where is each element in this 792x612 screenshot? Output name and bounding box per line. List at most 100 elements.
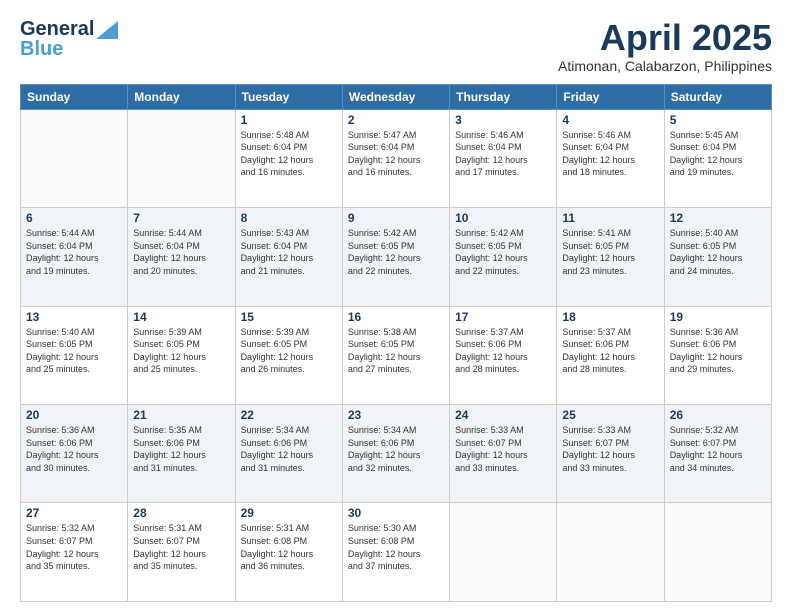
week-row-3: 13Sunrise: 5:40 AM Sunset: 6:05 PM Dayli… [21,306,772,404]
logo-blue: Blue [20,41,63,57]
day-number: 29 [241,506,337,520]
table-cell: 14Sunrise: 5:39 AM Sunset: 6:05 PM Dayli… [128,306,235,404]
day-number: 8 [241,211,337,225]
header: General Blue April 2025 Atimonan, Calaba… [20,18,772,74]
day-number: 18 [562,310,658,324]
day-info: Sunrise: 5:30 AM Sunset: 6:08 PM Dayligh… [348,522,444,572]
col-friday: Friday [557,84,664,109]
day-info: Sunrise: 5:44 AM Sunset: 6:04 PM Dayligh… [133,227,229,277]
day-info: Sunrise: 5:45 AM Sunset: 6:04 PM Dayligh… [670,129,766,179]
day-info: Sunrise: 5:48 AM Sunset: 6:04 PM Dayligh… [241,129,337,179]
table-cell: 22 Sunrise: 5:34 AM Sunset: 6:06 PM Dayli… [235,405,342,503]
logo-bird-icon [96,21,118,39]
day-number: 15 [241,310,337,324]
table-cell: 27Sunrise: 5:32 AM Sunset: 6:07 PM Dayli… [21,503,128,602]
table-cell: 1 Sunrise: 5:48 AM Sunset: 6:04 PM Daylig… [235,109,342,207]
day-number: 6 [26,211,122,225]
day-number: 7 [133,211,229,225]
day-number: 4 [562,113,658,127]
col-monday: Monday [128,84,235,109]
day-info: Sunrise: 5:34 AM Sunset: 6:06 PM Dayligh… [348,424,444,474]
table-cell: 17 Sunrise: 5:37 AM Sunset: 6:06 PM Dayli… [450,306,557,404]
day-info: Sunrise: 5:37 AM Sunset: 6:06 PM Dayligh… [455,326,551,376]
day-info: Sunrise: 5:41 AM Sunset: 6:05 PM Dayligh… [562,227,658,277]
day-number: 16 [348,310,444,324]
day-info: Sunrise: 5:36 AM Sunset: 6:06 PM Dayligh… [670,326,766,376]
table-cell: 10Sunrise: 5:42 AM Sunset: 6:05 PM Dayli… [450,208,557,306]
col-wednesday: Wednesday [342,84,449,109]
day-info: Sunrise: 5:33 AM Sunset: 6:07 PM Dayligh… [562,424,658,474]
day-number: 20 [26,408,122,422]
week-row-2: 6 Sunrise: 5:44 AM Sunset: 6:04 PM Daylig… [21,208,772,306]
day-number: 11 [562,211,658,225]
table-cell: 12Sunrise: 5:40 AM Sunset: 6:05 PM Dayli… [664,208,771,306]
table-cell: 2Sunrise: 5:47 AM Sunset: 6:04 PM Daylig… [342,109,449,207]
day-number: 2 [348,113,444,127]
table-cell: 15 Sunrise: 5:39 AM Sunset: 6:05 PM Dayli… [235,306,342,404]
table-cell [664,503,771,602]
day-info: Sunrise: 5:44 AM Sunset: 6:04 PM Dayligh… [26,227,122,277]
day-info: Sunrise: 5:35 AM Sunset: 6:06 PM Dayligh… [133,424,229,474]
table-cell: 7 Sunrise: 5:44 AM Sunset: 6:04 PM Daylig… [128,208,235,306]
table-cell: 28 Sunrise: 5:31 AM Sunset: 6:07 PM Dayli… [128,503,235,602]
day-number: 30 [348,506,444,520]
calendar-subtitle: Atimonan, Calabarzon, Philippines [558,58,772,74]
day-info: Sunrise: 5:39 AM Sunset: 6:05 PM Dayligh… [241,326,337,376]
day-number: 28 [133,506,229,520]
day-info: Sunrise: 5:40 AM Sunset: 6:05 PM Dayligh… [670,227,766,277]
table-cell: 26 Sunrise: 5:32 AM Sunset: 6:07 PM Dayli… [664,405,771,503]
week-row-4: 20 Sunrise: 5:36 AM Sunset: 6:06 PM Dayli… [21,405,772,503]
day-info: Sunrise: 5:32 AM Sunset: 6:07 PM Dayligh… [26,522,122,572]
day-number: 19 [670,310,766,324]
day-number: 1 [241,113,337,127]
day-info: Sunrise: 5:32 AM Sunset: 6:07 PM Dayligh… [670,424,766,474]
table-cell: 24 Sunrise: 5:33 AM Sunset: 6:07 PM Dayli… [450,405,557,503]
col-saturday: Saturday [664,84,771,109]
logo: General Blue [20,18,118,57]
table-cell: 6 Sunrise: 5:44 AM Sunset: 6:04 PM Daylig… [21,208,128,306]
day-info: Sunrise: 5:37 AM Sunset: 6:06 PM Dayligh… [562,326,658,376]
calendar-header-row: Sunday Monday Tuesday Wednesday Thursday… [21,84,772,109]
day-info: Sunrise: 5:42 AM Sunset: 6:05 PM Dayligh… [455,227,551,277]
calendar-title: April 2025 [558,18,772,58]
table-cell: 13Sunrise: 5:40 AM Sunset: 6:05 PM Dayli… [21,306,128,404]
col-sunday: Sunday [21,84,128,109]
day-number: 24 [455,408,551,422]
col-tuesday: Tuesday [235,84,342,109]
day-number: 9 [348,211,444,225]
day-number: 25 [562,408,658,422]
table-cell: 23Sunrise: 5:34 AM Sunset: 6:06 PM Dayli… [342,405,449,503]
table-cell [557,503,664,602]
day-info: Sunrise: 5:46 AM Sunset: 6:04 PM Dayligh… [455,129,551,179]
day-info: Sunrise: 5:34 AM Sunset: 6:06 PM Dayligh… [241,424,337,474]
table-cell: 3Sunrise: 5:46 AM Sunset: 6:04 PM Daylig… [450,109,557,207]
title-block: April 2025 Atimonan, Calabarzon, Philipp… [558,18,772,74]
calendar-table: Sunday Monday Tuesday Wednesday Thursday… [20,84,772,602]
day-info: Sunrise: 5:36 AM Sunset: 6:06 PM Dayligh… [26,424,122,474]
table-cell [450,503,557,602]
day-info: Sunrise: 5:40 AM Sunset: 6:05 PM Dayligh… [26,326,122,376]
day-info: Sunrise: 5:31 AM Sunset: 6:07 PM Dayligh… [133,522,229,572]
table-cell: 18 Sunrise: 5:37 AM Sunset: 6:06 PM Dayli… [557,306,664,404]
col-thursday: Thursday [450,84,557,109]
table-cell: 8 Sunrise: 5:43 AM Sunset: 6:04 PM Daylig… [235,208,342,306]
day-number: 5 [670,113,766,127]
table-cell [128,109,235,207]
day-info: Sunrise: 5:43 AM Sunset: 6:04 PM Dayligh… [241,227,337,277]
table-cell: 30 Sunrise: 5:30 AM Sunset: 6:08 PM Dayli… [342,503,449,602]
table-cell: 9Sunrise: 5:42 AM Sunset: 6:05 PM Daylig… [342,208,449,306]
day-number: 26 [670,408,766,422]
table-cell: 19 Sunrise: 5:36 AM Sunset: 6:06 PM Dayli… [664,306,771,404]
day-info: Sunrise: 5:39 AM Sunset: 6:05 PM Dayligh… [133,326,229,376]
day-number: 17 [455,310,551,324]
week-row-1: 1 Sunrise: 5:48 AM Sunset: 6:04 PM Daylig… [21,109,772,207]
table-cell: 25 Sunrise: 5:33 AM Sunset: 6:07 PM Dayli… [557,405,664,503]
day-info: Sunrise: 5:46 AM Sunset: 6:04 PM Dayligh… [562,129,658,179]
table-cell: 16Sunrise: 5:38 AM Sunset: 6:05 PM Dayli… [342,306,449,404]
day-number: 21 [133,408,229,422]
day-info: Sunrise: 5:33 AM Sunset: 6:07 PM Dayligh… [455,424,551,474]
table-cell: 5 Sunrise: 5:45 AM Sunset: 6:04 PM Daylig… [664,109,771,207]
page: General Blue April 2025 Atimonan, Calaba… [0,0,792,612]
day-info: Sunrise: 5:31 AM Sunset: 6:08 PM Dayligh… [241,522,337,572]
day-number: 22 [241,408,337,422]
